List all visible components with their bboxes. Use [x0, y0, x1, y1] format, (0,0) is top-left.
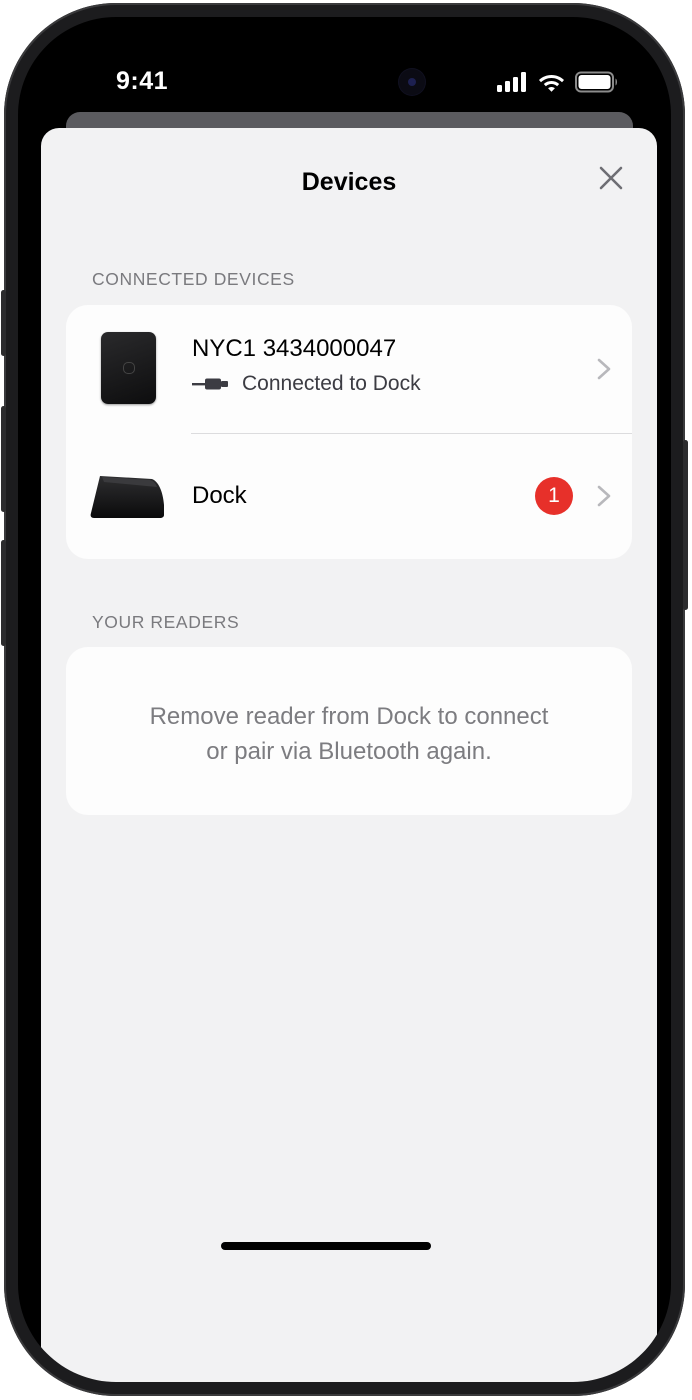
volume-up-button [1, 406, 6, 512]
power-button [683, 440, 688, 610]
chevron-right-icon [597, 358, 611, 380]
notification-badge: 1 [535, 477, 573, 515]
reader-status-text: Connected to Dock [242, 372, 421, 395]
connected-devices-card: NYC1 3434000047 Connected to Dock Dock 1 [66, 305, 632, 559]
close-icon [599, 166, 623, 190]
chevron-right-icon [597, 485, 611, 507]
sheet-title: Devices [301, 168, 397, 196]
dock-name: Dock [192, 482, 247, 509]
dock-icon [90, 476, 164, 518]
devices-sheet: Devices CONNECTED DEVICES NYC1 343400004… [41, 128, 657, 1382]
readers-info-message: Remove reader from Dock to connect or pa… [66, 699, 632, 769]
readers-info-line-2: or pair via Bluetooth again. [206, 738, 492, 765]
status-bar: 9:41 [18, 17, 671, 127]
device-row-dock[interactable]: Dock 1 [66, 434, 632, 559]
status-icons [497, 71, 619, 93]
connected-devices-header: CONNECTED DEVICES [92, 269, 295, 289]
home-indicator[interactable] [221, 1242, 431, 1250]
screen: 9:41 Devices CONNECTED DEVICES NYC1 3434… [18, 17, 671, 1382]
your-readers-header: YOUR READERS [92, 612, 240, 632]
cellular-signal-icon [497, 72, 526, 92]
phone-frame: 9:41 Devices CONNECTED DEVICES NYC1 3434… [1, 3, 688, 1396]
your-readers-card: Remove reader from Dock to connect or pa… [66, 647, 632, 815]
battery-icon [575, 71, 617, 93]
close-button[interactable] [591, 158, 631, 198]
usb-cable-icon [192, 378, 228, 390]
wifi-icon [539, 75, 564, 92]
status-time: 9:41 [116, 67, 169, 95]
action-button [1, 290, 6, 356]
readers-info-line-1: Remove reader from Dock to connect [149, 703, 549, 730]
volume-down-button [1, 540, 6, 646]
front-camera [399, 69, 425, 95]
reader-name: NYC1 3434000047 [192, 335, 397, 362]
reader-status: Connected to Dock [192, 372, 421, 396]
device-row-reader[interactable]: NYC1 3434000047 Connected to Dock [66, 305, 632, 433]
card-reader-icon [101, 332, 156, 404]
